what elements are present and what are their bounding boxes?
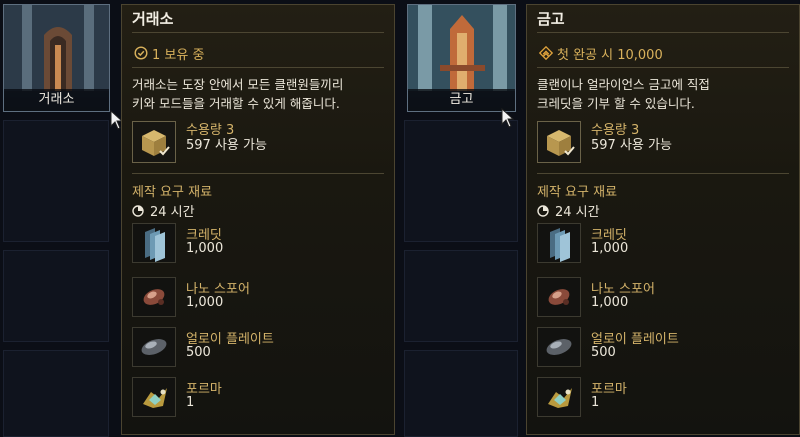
- capacity-label: 수용량 3: [186, 123, 235, 138]
- item-quantity: 1,000: [591, 295, 629, 310]
- item-icon-box: [132, 277, 176, 317]
- room-thumbnail-label: 거래소: [4, 89, 109, 111]
- crate-icon: [547, 130, 575, 156]
- item-icon-box: [132, 327, 176, 367]
- room-thumbnail-vault[interactable]: 금고: [407, 4, 516, 112]
- room-thumbnail-label: 금고: [408, 89, 515, 111]
- clock-icon: [537, 204, 549, 217]
- item-icon-box: [132, 223, 176, 263]
- item-quantity: 1,000: [186, 241, 224, 256]
- item-quantity: 500: [591, 345, 616, 360]
- forma-icon: [143, 388, 167, 408]
- nano-spores-icon: [548, 289, 570, 305]
- vault-image: [408, 5, 515, 91]
- build-time-text: 24 시간: [555, 205, 600, 220]
- capacity-label: 수용량 3: [591, 123, 640, 138]
- empty-room-slot: [404, 120, 518, 242]
- available-count: 597 사용 가능: [591, 138, 672, 153]
- build-time: 24 시간: [537, 201, 600, 220]
- panel-title: 거래소: [132, 10, 174, 28]
- requirement-item: 얼로이 플레이트 500: [537, 327, 787, 367]
- item-quantity: 500: [186, 345, 211, 360]
- item-quantity: 1,000: [186, 295, 224, 310]
- requirement-item: 얼로이 플레이트 500: [132, 327, 382, 367]
- capacity-info: 수용량 3 597 사용 가능: [591, 123, 672, 153]
- room-info-panel-vault: 금고 첫 완공 시 10,000 클랜이나 얼라이언스 금고에 직접 크레딧을 …: [526, 4, 800, 435]
- requirement-item: 나노 스포어 1,000: [132, 277, 382, 317]
- build-time-text: 24 시간: [150, 205, 195, 220]
- build-time: 24 시간: [132, 201, 195, 220]
- room-thumbnail-trading-post[interactable]: 거래소: [3, 4, 110, 112]
- description-line: 클랜이나 얼라이언스 금고에 직접: [537, 77, 710, 92]
- alloy-plate-icon: [546, 339, 572, 355]
- item-icon-box: [537, 277, 581, 317]
- divider: [537, 67, 789, 68]
- mouse-cursor-icon: [501, 108, 515, 128]
- divider: [132, 67, 384, 68]
- check-circle-icon: [134, 46, 148, 60]
- empty-room-slot: [3, 250, 109, 342]
- requirement-item: 나노 스포어 1,000: [537, 277, 787, 317]
- empty-room-slot: [3, 350, 109, 437]
- requirement-item: 크레딧 1,000: [132, 223, 382, 263]
- ownership-status: 1 보유 중: [134, 43, 204, 63]
- item-icon-box: [537, 377, 581, 417]
- description-line: 키와 모드들을 거래할 수 있게 해줍니다.: [132, 96, 340, 111]
- requirement-item: 포르마 1: [132, 377, 382, 417]
- description-line: 거래소는 도장 안에서 모든 클랜원들끼리: [132, 77, 344, 92]
- requirements-title: 제작 요구 재료: [132, 185, 213, 200]
- alloy-plate-icon: [141, 339, 167, 355]
- credits-icon: [145, 228, 165, 262]
- requirement-item: 포르마 1: [537, 377, 787, 417]
- status-text: 1 보유 중: [152, 47, 205, 63]
- first-completion-reward: 첫 완공 시 10,000: [539, 43, 663, 63]
- item-icon-box: [132, 377, 176, 417]
- room-description: 거래소는 도장 안에서 모든 클랜원들끼리 키와 모드들을 거래할 수 있게 해…: [132, 75, 390, 113]
- item-icon-box: [537, 223, 581, 263]
- clan-rank-icon: [539, 46, 553, 60]
- item-icon-box: [537, 327, 581, 367]
- credits-icon: [550, 228, 570, 262]
- capacity-icon-box: [537, 121, 581, 163]
- crate-icon: [142, 130, 170, 156]
- divider: [132, 32, 384, 33]
- trading-post-image: [4, 5, 109, 91]
- clock-icon: [132, 204, 144, 217]
- item-quantity: 1: [591, 395, 600, 410]
- available-count: 597 사용 가능: [186, 138, 267, 153]
- empty-room-slot: [404, 250, 518, 342]
- divider: [537, 173, 789, 174]
- empty-room-slot: [3, 120, 109, 242]
- empty-room-slot: [404, 350, 518, 437]
- item-quantity: 1,000: [591, 241, 629, 256]
- item-quantity: 1: [186, 395, 195, 410]
- forma-icon: [548, 388, 572, 408]
- room-description: 클랜이나 얼라이언스 금고에 직접 크레딧을 기부 할 수 있습니다.: [537, 75, 795, 113]
- room-info-panel-trading-post: 거래소 1 보유 중 거래소는 도장 안에서 모든 클랜원들끼리 키와 모드들을…: [121, 4, 395, 435]
- nano-spores-icon: [143, 289, 165, 305]
- requirement-item: 크레딧 1,000: [537, 223, 787, 263]
- description-line: 크레딧을 기부 할 수 있습니다.: [537, 96, 695, 111]
- divider: [537, 32, 789, 33]
- requirements-title: 제작 요구 재료: [537, 185, 618, 200]
- capacity-info: 수용량 3 597 사용 가능: [186, 123, 267, 153]
- capacity-icon-box: [132, 121, 176, 163]
- status-text: 첫 완공 시 10,000: [557, 47, 663, 63]
- panel-title: 금고: [537, 10, 565, 28]
- divider: [132, 173, 384, 174]
